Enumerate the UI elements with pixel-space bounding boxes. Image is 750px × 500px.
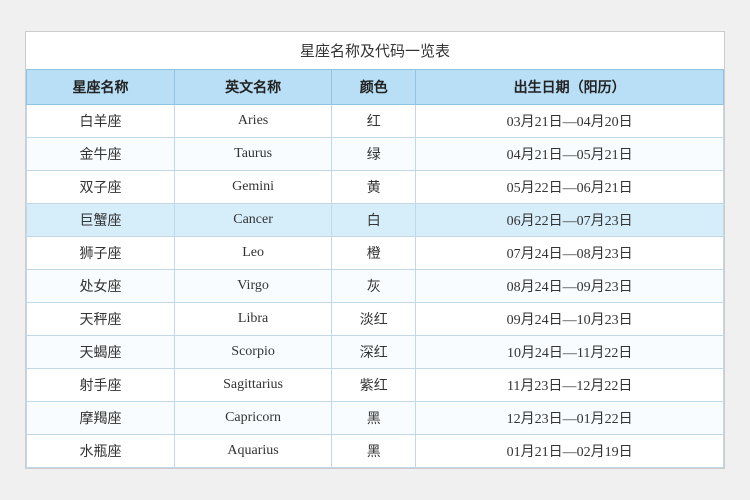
table-row: 摩羯座Capricorn黑12月23日—01月22日 xyxy=(27,402,724,435)
header-chinese-name: 星座名称 xyxy=(27,70,175,105)
table-row: 金牛座Taurus绿04月21日—05月21日 xyxy=(27,138,724,171)
cell-color: 黑 xyxy=(332,402,416,435)
cell-dates: 06月22日—07月23日 xyxy=(416,204,724,237)
cell-english: Leo xyxy=(175,237,332,270)
table-row: 天蝎座Scorpio深红10月24日—11月22日 xyxy=(27,336,724,369)
cell-color: 黑 xyxy=(332,435,416,468)
cell-dates: 03月21日—04月20日 xyxy=(416,105,724,138)
cell-english: Aquarius xyxy=(175,435,332,468)
header-english-name: 英文名称 xyxy=(175,70,332,105)
cell-chinese: 双子座 xyxy=(27,171,175,204)
cell-chinese: 摩羯座 xyxy=(27,402,175,435)
cell-english: Gemini xyxy=(175,171,332,204)
cell-english: Taurus xyxy=(175,138,332,171)
cell-color: 黄 xyxy=(332,171,416,204)
cell-english: Aries xyxy=(175,105,332,138)
cell-color: 橙 xyxy=(332,237,416,270)
cell-dates: 07月24日—08月23日 xyxy=(416,237,724,270)
cell-color: 白 xyxy=(332,204,416,237)
cell-english: Sagittarius xyxy=(175,369,332,402)
cell-dates: 01月21日—02月19日 xyxy=(416,435,724,468)
cell-chinese: 射手座 xyxy=(27,369,175,402)
table-row: 射手座Sagittarius紫红11月23日—12月22日 xyxy=(27,369,724,402)
cell-chinese: 处女座 xyxy=(27,270,175,303)
cell-dates: 08月24日—09月23日 xyxy=(416,270,724,303)
cell-color: 淡红 xyxy=(332,303,416,336)
cell-chinese: 水瓶座 xyxy=(27,435,175,468)
table-row: 天秤座Libra淡红09月24日—10月23日 xyxy=(27,303,724,336)
cell-english: Virgo xyxy=(175,270,332,303)
cell-color: 绿 xyxy=(332,138,416,171)
cell-chinese: 白羊座 xyxy=(27,105,175,138)
cell-english: Scorpio xyxy=(175,336,332,369)
table-row: 水瓶座Aquarius黑01月21日—02月19日 xyxy=(27,435,724,468)
table-row: 巨蟹座Cancer白06月22日—07月23日 xyxy=(27,204,724,237)
table-row: 白羊座Aries红03月21日—04月20日 xyxy=(27,105,724,138)
main-container: 星座名称及代码一览表 星座名称 英文名称 颜色 出生日期（阳历） 白羊座Arie… xyxy=(25,31,725,469)
cell-dates: 09月24日—10月23日 xyxy=(416,303,724,336)
header-dates: 出生日期（阳历） xyxy=(416,70,724,105)
table-row: 处女座Virgo灰08月24日—09月23日 xyxy=(27,270,724,303)
cell-dates: 04月21日—05月21日 xyxy=(416,138,724,171)
cell-color: 深红 xyxy=(332,336,416,369)
cell-english: Capricorn xyxy=(175,402,332,435)
cell-chinese: 狮子座 xyxy=(27,237,175,270)
table-row: 双子座Gemini黄05月22日—06月21日 xyxy=(27,171,724,204)
page-title: 星座名称及代码一览表 xyxy=(26,32,724,69)
cell-color: 灰 xyxy=(332,270,416,303)
cell-chinese: 天蝎座 xyxy=(27,336,175,369)
cell-english: Cancer xyxy=(175,204,332,237)
header-color: 颜色 xyxy=(332,70,416,105)
cell-chinese: 天秤座 xyxy=(27,303,175,336)
cell-color: 紫红 xyxy=(332,369,416,402)
cell-color: 红 xyxy=(332,105,416,138)
cell-dates: 12月23日—01月22日 xyxy=(416,402,724,435)
cell-chinese: 金牛座 xyxy=(27,138,175,171)
cell-english: Libra xyxy=(175,303,332,336)
table-header-row: 星座名称 英文名称 颜色 出生日期（阳历） xyxy=(27,70,724,105)
cell-dates: 05月22日—06月21日 xyxy=(416,171,724,204)
table-row: 狮子座Leo橙07月24日—08月23日 xyxy=(27,237,724,270)
cell-chinese: 巨蟹座 xyxy=(27,204,175,237)
cell-dates: 11月23日—12月22日 xyxy=(416,369,724,402)
zodiac-table: 星座名称 英文名称 颜色 出生日期（阳历） 白羊座Aries红03月21日—04… xyxy=(26,69,724,468)
cell-dates: 10月24日—11月22日 xyxy=(416,336,724,369)
